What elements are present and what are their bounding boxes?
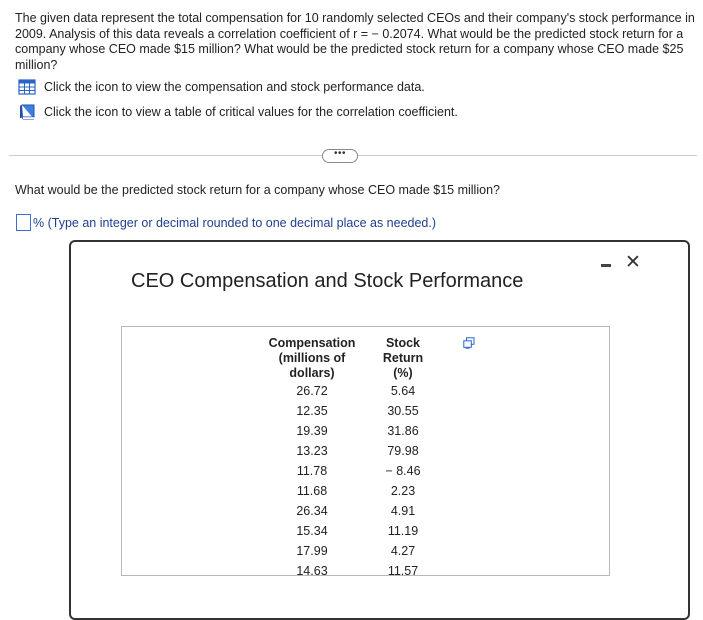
stock-return-cell: 5.64	[390, 384, 416, 398]
table-row: 19.39 31.86	[252, 421, 434, 441]
stock-return-cell: − 8.46	[385, 464, 421, 478]
data-table-link-text: Click the icon to view the compensation …	[44, 80, 425, 94]
table-header-row: Compensation (millions of dollars) Stock…	[252, 336, 434, 381]
table-row: 11.68 2.23	[252, 481, 434, 501]
compensation-cell: 12.35	[296, 404, 328, 418]
compensation-stock-table: Compensation (millions of dollars) Stock…	[252, 336, 434, 581]
popup-title: CEO Compensation and Stock Performance	[131, 270, 524, 292]
compensation-cell: 19.39	[296, 424, 328, 438]
compensation-cell: 13.23	[296, 444, 328, 458]
stock-return-cell: 79.98	[387, 444, 419, 458]
table-row: 15.34 11.19	[252, 521, 434, 541]
minimize-button[interactable]	[599, 258, 613, 270]
table-row: 12.35 30.55	[252, 401, 434, 421]
table-row: 11.78 − 8.46	[252, 461, 434, 481]
critical-values-link[interactable]: Click the icon to view a table of critic…	[18, 103, 458, 121]
stock-return-cell: 2.23	[390, 484, 416, 498]
problem-statement: The given data represent the total compe…	[15, 11, 695, 72]
table-row: 26.34 4.91	[252, 501, 434, 521]
compensation-cell: 17.99	[296, 544, 328, 558]
critical-values-link-text: Click the icon to view a table of critic…	[44, 105, 458, 119]
stock-return-cell: 11.57	[387, 564, 419, 578]
table-row: 26.72 5.64	[252, 381, 434, 401]
answer-instruction: % (Type an integer or decimal rounded to…	[33, 215, 437, 230]
stock-return-cell: 11.19	[387, 524, 419, 538]
data-table-link[interactable]: Click the icon to view the compensation …	[18, 78, 425, 96]
close-button[interactable]: ✕	[624, 252, 642, 273]
stock-return-cell: 31.86	[387, 424, 419, 438]
table-grid-icon[interactable]	[18, 79, 36, 95]
data-popup-window: CEO Compensation and Stock Performance ✕…	[69, 240, 690, 620]
data-table-frame: Compensation (millions of dollars) Stock…	[121, 326, 610, 578]
stock-return-cell: 4.27	[390, 544, 416, 558]
answer-input[interactable]	[16, 214, 31, 231]
question-text: What would be the predicted stock return…	[15, 183, 500, 197]
book-icon[interactable]	[18, 104, 36, 120]
compensation-cell: 11.78	[296, 464, 328, 478]
compensation-cell: 14.63	[296, 564, 328, 578]
column-header-stock-return: Stock Return (%)	[382, 336, 424, 380]
expand-more-button[interactable]: •••	[322, 149, 358, 163]
ellipsis-icon: •••	[333, 148, 346, 159]
table-row: 14.63 11.57	[252, 561, 434, 581]
stock-return-cell: 30.55	[387, 404, 419, 418]
close-icon: ✕	[625, 252, 641, 273]
table-row: 13.23 79.98	[252, 441, 434, 461]
copy-data-icon[interactable]	[463, 337, 475, 349]
compensation-cell: 11.68	[296, 484, 328, 498]
compensation-cell: 15.34	[296, 524, 328, 538]
answer-row: % (Type an integer or decimal rounded to…	[16, 214, 436, 231]
table-row: 17.99 4.27	[252, 541, 434, 561]
compensation-cell: 26.34	[296, 504, 328, 518]
column-header-compensation: Compensation (millions of dollars)	[268, 336, 356, 380]
stock-return-cell: 4.91	[390, 504, 416, 518]
compensation-cell: 26.72	[296, 384, 328, 398]
